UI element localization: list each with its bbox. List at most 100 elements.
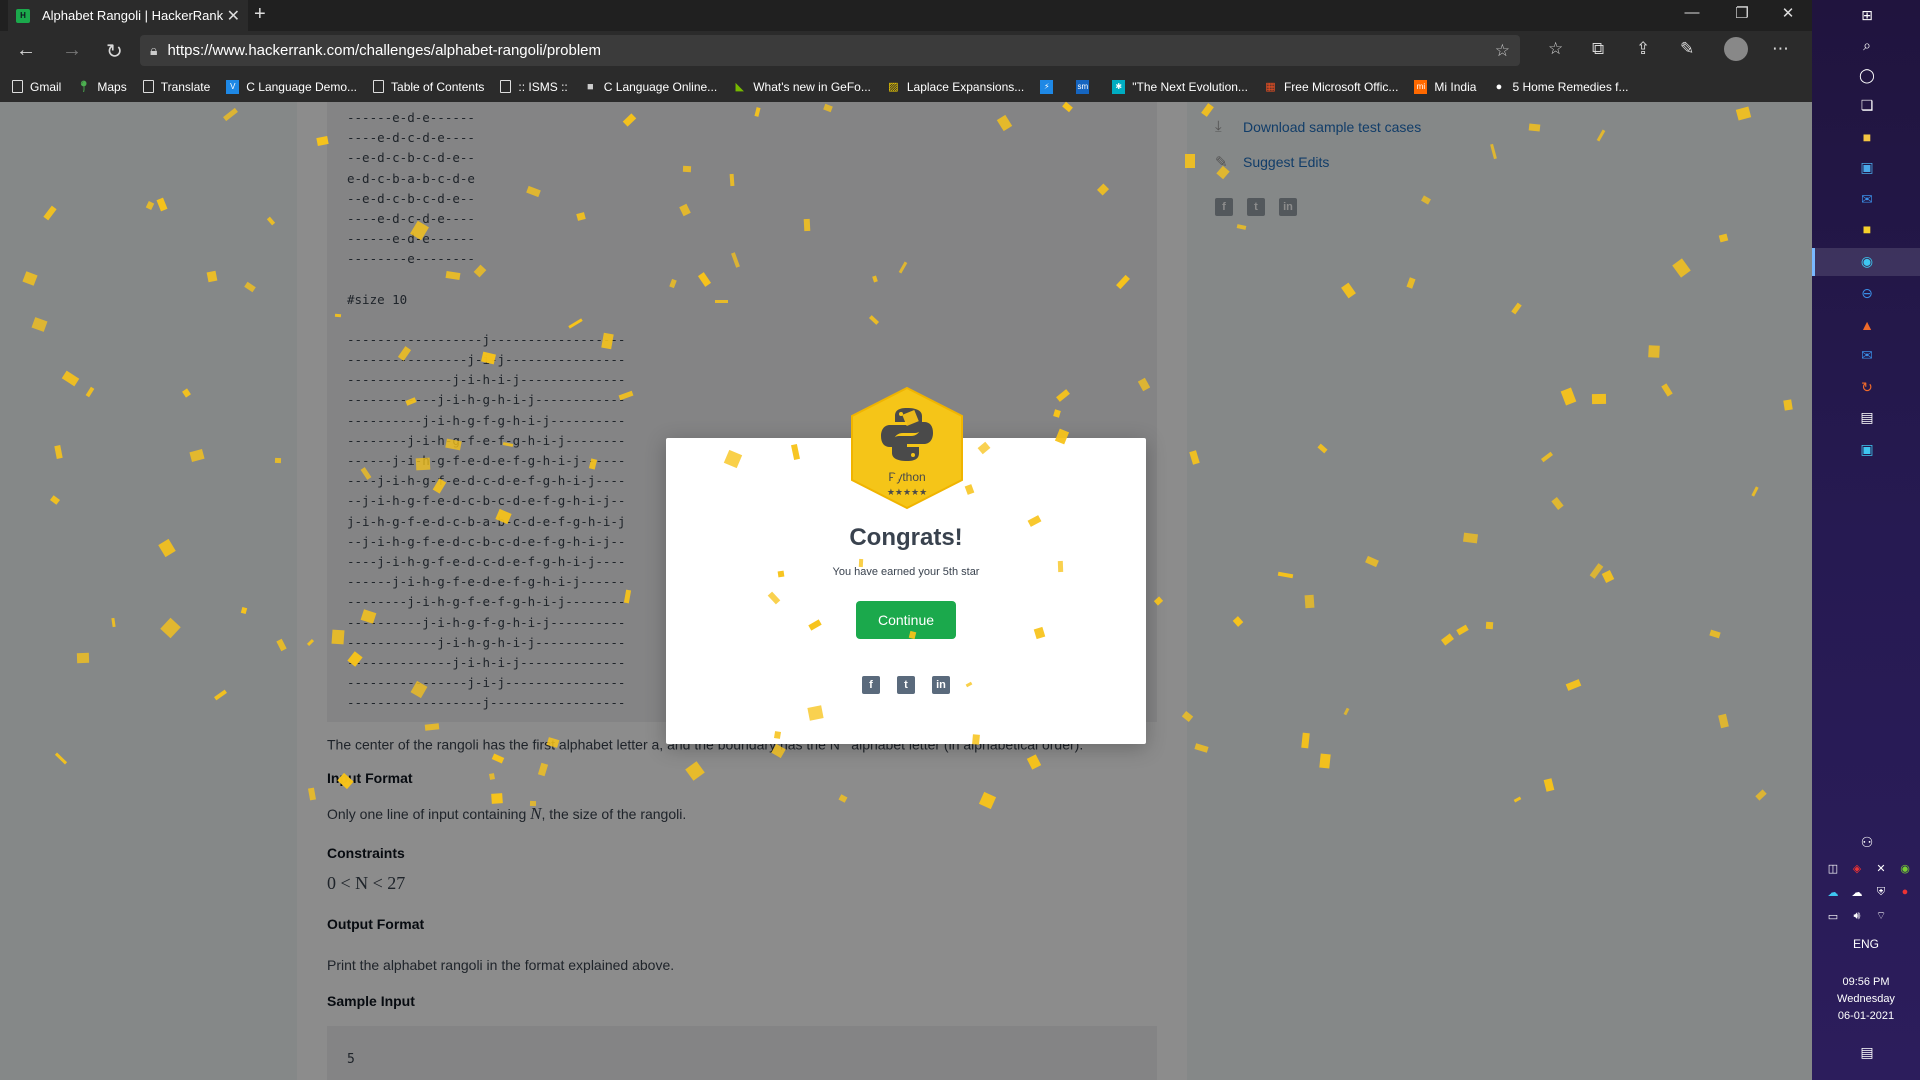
new-tab-icon[interactable]: + <box>254 3 266 26</box>
mail-icon[interactable]: ✉ <box>1858 190 1876 208</box>
notifications-icon[interactable]: ▤ <box>1858 1043 1876 1061</box>
edge-browser-icon[interactable]: ◉ <box>1858 252 1876 270</box>
address-bar[interactable]: 🔒︎ https://www.hackerrank.com/challenges… <box>140 35 1520 66</box>
refresh-icon[interactable]: ↻ <box>106 39 123 64</box>
modal-share-links: f t in <box>856 676 956 694</box>
earned-star-text: You have earned your 5th star <box>832 566 980 578</box>
bookmark-item[interactable]: :: ISMS :: <box>500 80 568 94</box>
maps-pin-icon: 📍︎ <box>76 81 91 93</box>
wifi-icon[interactable]: ⌔ <box>1874 909 1888 923</box>
congrats-title: Congrats! <box>849 524 963 551</box>
bookmark-label: Table of Contents <box>391 79 485 94</box>
app-box-icon[interactable]: ▣ <box>1858 440 1876 458</box>
clock-day[interactable]: Wednesday <box>1812 993 1920 1005</box>
linkedin-icon[interactable]: in <box>932 676 950 694</box>
evolution-icon: ✱ <box>1112 79 1126 94</box>
favorite-star-icon[interactable]: ☆ <box>1495 41 1510 61</box>
tray-alert-icon[interactable]: ● <box>1898 885 1912 899</box>
facebook-icon[interactable]: f <box>862 676 880 694</box>
collections-icon[interactable]: ⧉ <box>1592 39 1604 59</box>
bookmark-item[interactable]: ◣ What's new in GeFo... <box>733 79 871 94</box>
url-text: https://www.hackerrank.com/challenges/al… <box>167 42 602 59</box>
bookmark-label: "The Next Evolution... <box>1132 79 1248 94</box>
tray-cross-icon[interactable]: ✕ <box>1874 861 1888 875</box>
bookmark-label: Translate <box>160 79 211 94</box>
browser-tab[interactable]: H Alphabet Rangoli | HackerRank ✕ <box>8 0 248 31</box>
navigation-bar: ← → ↻ 🔒︎ https://www.hackerrank.com/chal… <box>0 31 1812 71</box>
minimize-icon[interactable]: — <box>1672 4 1712 21</box>
people-icon[interactable]: ⚇ <box>1858 833 1876 851</box>
windows-start-icon[interactable]: ⊞ <box>1858 6 1876 24</box>
bookmark-item[interactable]: ■ C Language Online... <box>584 80 717 94</box>
teamviewer-icon[interactable]: ⊖ <box>1858 284 1876 302</box>
bookmark-label: C Language Online... <box>603 79 718 94</box>
clock-time[interactable]: 09:56 PM <box>1812 976 1920 988</box>
badge-language-label: Python <box>888 470 925 484</box>
nvidia-tray-icon[interactable]: ◉ <box>1898 861 1912 875</box>
bookmark-label: Gmail <box>30 79 62 94</box>
mi-icon: mi <box>1414 79 1428 94</box>
bookmark-item[interactable]: Table of Contents <box>373 80 484 94</box>
c-online-icon: ■ <box>586 80 594 93</box>
forward-icon[interactable]: → <box>62 39 82 62</box>
remote-desktop-icon[interactable]: ▣ <box>1858 158 1876 176</box>
bookmark-item[interactable]: Translate <box>142 79 211 94</box>
bookmark-item[interactable]: ● 5 Home Remedies f... <box>1492 79 1629 94</box>
share-icon[interactable]: ⇪ <box>1636 39 1650 59</box>
app-blue-icon: ⚡︎ <box>1040 79 1054 94</box>
remedies-icon: ● <box>1495 80 1503 93</box>
bookmark-item[interactable]: Gmail <box>12 80 61 94</box>
hackerrank-favicon-icon: H <box>16 8 30 23</box>
bookmark-label: 5 Home Remedies f... <box>1512 79 1629 94</box>
bookmark-item[interactable]: ▨ Laplace Expansions... <box>887 80 1024 94</box>
more-menu-icon[interactable]: ⋯ <box>1772 39 1789 59</box>
feedback-icon[interactable]: ✎ <box>1680 39 1694 59</box>
clock-date[interactable]: 06-01-2021 <box>1812 1010 1920 1022</box>
onedrive-icon[interactable]: ☁ <box>1850 885 1864 899</box>
continue-button[interactable]: Continue <box>856 601 956 639</box>
restore-icon[interactable]: ❐ <box>1722 4 1762 22</box>
nvidia-icon: ◣ <box>735 81 744 93</box>
bookmark-item[interactable]: mi Mi India <box>1414 79 1476 94</box>
security-shield-icon[interactable]: ⛨ <box>1874 885 1888 899</box>
python-badge: Python ★★★★★ <box>851 386 963 510</box>
battery-icon[interactable]: ▭ <box>1826 909 1840 923</box>
c-language-icon: V <box>226 79 240 94</box>
bookmark-item[interactable]: V C Language Demo... <box>226 79 357 94</box>
search-icon[interactable]: ⌕ <box>1858 36 1876 54</box>
favorites-icon[interactable]: ☆ <box>1548 39 1563 59</box>
mcafee-icon[interactable]: ◈ <box>1850 861 1864 875</box>
file-explorer-icon[interactable]: ■ <box>1858 128 1876 146</box>
tab-close-icon[interactable]: ✕ <box>227 6 240 26</box>
app-flame-icon[interactable]: ▲ <box>1858 316 1876 334</box>
bookmark-item[interactable]: ▦ Free Microsoft Offic... <box>1264 80 1398 94</box>
laplace-icon: ▨ <box>888 81 899 93</box>
back-icon[interactable]: ← <box>16 39 36 62</box>
bookmark-item[interactable]: 📍︎ Maps <box>76 79 127 94</box>
tray-cloud-icon[interactable]: ☁ <box>1826 885 1840 899</box>
volume-icon[interactable]: 🔊︎ <box>1850 909 1864 923</box>
input-language[interactable]: ENG <box>1812 937 1920 951</box>
bookmark-item[interactable]: sm <box>1076 79 1096 94</box>
task-view-icon[interactable]: ❏ <box>1858 96 1876 114</box>
page-icon <box>500 80 512 93</box>
app-document-icon[interactable]: ▤ <box>1858 408 1876 426</box>
window-close-icon[interactable]: ✕ <box>1768 4 1808 22</box>
bookmark-item[interactable]: ⚡︎ <box>1040 79 1060 94</box>
lock-icon: 🔒︎ <box>150 42 158 58</box>
bookmark-label: What's new in GeFo... <box>753 79 871 94</box>
tab-bar: H Alphabet Rangoli | HackerRank ✕ + — ❐ … <box>0 0 1812 31</box>
twitter-icon[interactable]: t <box>897 676 915 694</box>
microsoft-icon: ▦ <box>1265 81 1276 93</box>
bookmark-label: Free Microsoft Offic... <box>1283 79 1399 94</box>
bookmark-item[interactable]: ✱ "The Next Evolution... <box>1112 79 1248 94</box>
page-icon <box>12 80 23 93</box>
profile-avatar-icon[interactable] <box>1724 37 1748 61</box>
windows-taskbar: ⊞ ⌕ ◯ ❏ ■ ▣ ✉ ■ ◉ ⊖ ▲ ✉ ↻ ▤ ▣ ⚇ ◫ ◈ ✕ ◉ … <box>1812 0 1920 1080</box>
bookmark-label: Maps <box>97 79 127 94</box>
tray-app-icon[interactable]: ◫ <box>1826 861 1840 875</box>
outlook-icon[interactable]: ✉ <box>1858 346 1876 364</box>
app-refresh-icon[interactable]: ↻ <box>1858 378 1876 396</box>
cortana-icon[interactable]: ◯ <box>1858 66 1876 84</box>
sticky-notes-icon[interactable]: ■ <box>1858 220 1876 238</box>
